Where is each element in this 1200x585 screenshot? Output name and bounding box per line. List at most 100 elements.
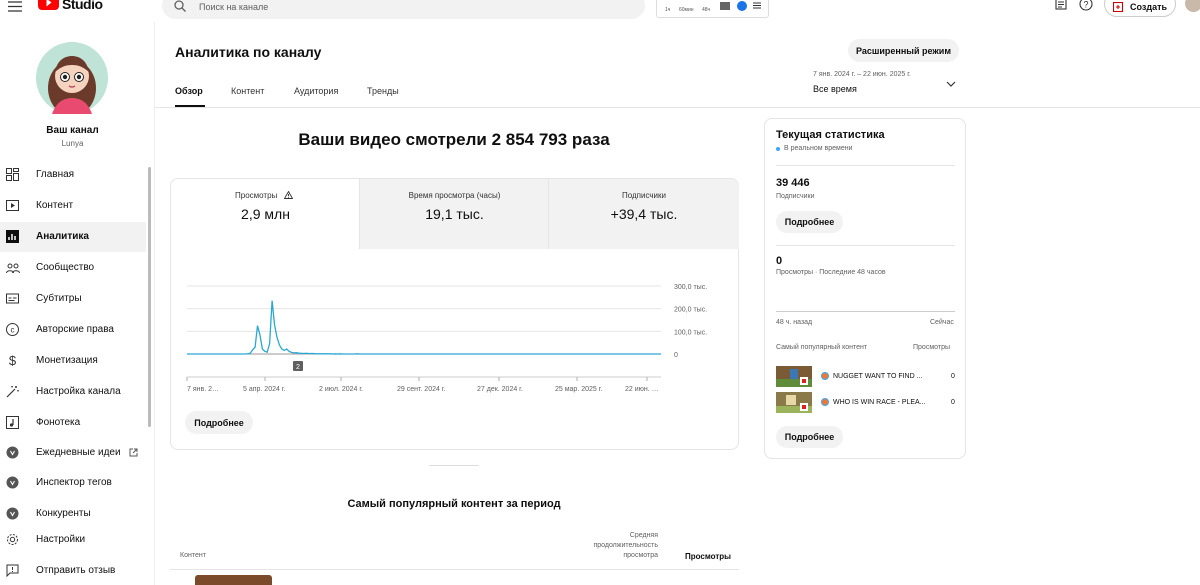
tab-audience[interactable]: Аудитория [294,86,338,96]
metric-label: Просмотры [235,191,278,200]
realtime-subs-label: Подписчики [776,193,815,200]
sidebar-item-content[interactable]: Контент [0,191,146,221]
date-range-selector[interactable]: 7 янв. 2024 г. – 22 июн. 2025 г. Все вре… [811,69,961,99]
realtime-views-value: 0 [776,255,783,267]
tab-content[interactable]: Контент [231,86,264,96]
realtime-bar-baseline [776,311,955,312]
search-icon [174,0,186,12]
captions-icon[interactable] [1055,0,1067,10]
views-chart: 300,0 тыс. 200,0 тыс. 100,0 тыс. 0 7 янв. 2…… [186,284,707,393]
channel-avatar[interactable] [36,42,108,114]
vidiq-icon [6,476,19,489]
top-content-title: Самый популярный контент за период [347,498,561,510]
tab-trends[interactable]: Тренды [367,86,399,96]
vidiq-icon [6,446,19,459]
sidebar-item-settings[interactable]: Настройки [0,525,146,555]
metric-value: +39,4 тыс. [610,206,678,222]
chart-y-tick-label: 200,0 тыс. [674,307,707,314]
chart-x-tick-label: 2 июл. 2024 г. [319,386,363,393]
video-title[interactable]: NUGGET WANT TO FIND ... [833,373,922,380]
dollar-icon: $ [9,354,17,367]
feedback-icon [6,564,19,577]
sidebar-item-label: Авторские права [36,324,114,335]
chart-x-tick-label: 22 июн. … [625,386,659,393]
external-link-icon [129,448,138,457]
sidebar-item-analytics[interactable]: Аналитика [0,222,146,252]
sidebar-item-label: Конкуренты [36,508,91,519]
youtube-logo-icon[interactable] [38,0,59,10]
sidebar-scrollbar[interactable] [148,167,151,427]
video-views: 0 [951,399,955,406]
dashboard-icon [6,168,19,181]
realtime-divider [776,165,955,166]
video-thumbnail [776,392,812,413]
ext-stat-48h: 48ч [702,7,711,13]
sidebar-item-label: Главная [36,169,75,180]
ext-chart-icon [720,2,730,10]
realtime-video-row[interactable]: NUGGET WANT TO FIND ... 0 [776,366,956,388]
sidebar-item-tag-inspector[interactable]: Инспектор тегов [0,468,146,498]
tabs-divider [155,107,1200,108]
tab-label: Обзор [175,86,203,96]
studio-logo-text: Studio [62,0,103,12]
section-divider [429,465,479,466]
sidebar-item-dashboard[interactable]: Главная [0,160,146,190]
sidebar-item-label: Контент [36,200,74,211]
sidebar-item-community[interactable]: Сообщество [0,253,146,283]
account-avatar[interactable] [1185,0,1200,12]
channel-handle: Lunya [61,139,84,148]
sidebar-item-copyright[interactable]: c Авторские права [0,315,146,345]
search-bar[interactable]: Поиск на канале [162,0,645,19]
vidiq-icon [6,507,19,520]
sidebar-item-audio-library[interactable]: Фонотека [0,408,146,438]
realtime-title: Текущая статистика [776,129,885,141]
sidebar-item-feedback[interactable]: Отправить отзыв [0,556,146,585]
sidebar-item-label: Монетизация [36,355,98,366]
chart-y-tick-label: 100,0 тыс. [674,329,707,336]
live-dot-icon [776,147,780,151]
create-label: Создать [1130,2,1168,12]
overview-card: Просмотры 2,9 млн Время просмотра (часы)… [170,178,739,450]
sidebar-item-daily-ideas[interactable]: Ежедневные идеи [0,438,146,468]
community-icon [6,263,20,274]
sidebar-item-label: Инспектор тегов [36,477,112,488]
sidebar-item-label: Настройка канала [36,386,121,397]
realtime-more-button-1[interactable]: Подробнее [776,211,843,233]
metric-tab-subscribers[interactable]: Подписчики +39,4 тыс. [549,179,739,249]
sidebar-item-monetization[interactable]: $ Монетизация [0,346,146,376]
realtime-divider [776,245,955,246]
metric-label: Время просмотра (часы) [408,191,501,200]
realtime-card: Текущая статистика В реальном времени 39… [764,118,966,459]
realtime-more-button-2[interactable]: Подробнее [776,426,843,448]
create-video-icon [1113,2,1124,12]
menu-icon[interactable] [8,1,22,12]
warning-icon [284,191,293,199]
svg-text:c: c [11,326,15,335]
create-button[interactable]: Создать [1104,0,1176,17]
overview-more-button[interactable]: Подробнее [185,411,253,434]
sidebar: Ваш канал Lunya Главная Контент Аналитик… [0,22,155,585]
video-title[interactable]: WHO IS WIN RACE - PLEA... [833,399,926,406]
metric-value: 2,9 млн [241,206,290,222]
channel-badge-icon [821,372,829,380]
sidebar-item-label: Настройки [36,534,86,545]
extension-widget[interactable]: 1ч 60мин 48ч [656,0,769,18]
channel-badge-icon [821,398,829,406]
metric-tab-views[interactable]: Просмотры 2,9 млн [171,179,360,249]
search-input[interactable]: Поиск на канале [199,2,268,12]
sidebar-item-subtitles[interactable]: Субтитры [0,284,146,314]
advanced-mode-button[interactable]: Расширенный режим [848,39,959,62]
top-bar: Studio Поиск на канале 1ч 60мин 48ч ? Со… [0,0,1200,22]
gear-icon [7,534,18,545]
help-icon[interactable]: ? [1079,0,1093,11]
metric-tab-watch-time[interactable]: Время просмотра (часы) 19,1 тыс. [360,179,549,249]
top-content-col-views[interactable]: Просмотры [685,552,731,561]
sidebar-item-customization[interactable]: Настройка канала [0,377,146,407]
video-thumbnail [776,366,812,387]
analytics-icon [6,230,19,243]
realtime-video-row[interactable]: WHO IS WIN RACE - PLEA... 0 [776,392,956,414]
chart-x-tick-label: 5 апр. 2024 г. [243,386,286,393]
page-title: Аналитика по каналу [175,44,322,60]
tab-overview[interactable]: Обзор [175,80,205,107]
top-content-thumbnail[interactable] [195,575,272,585]
